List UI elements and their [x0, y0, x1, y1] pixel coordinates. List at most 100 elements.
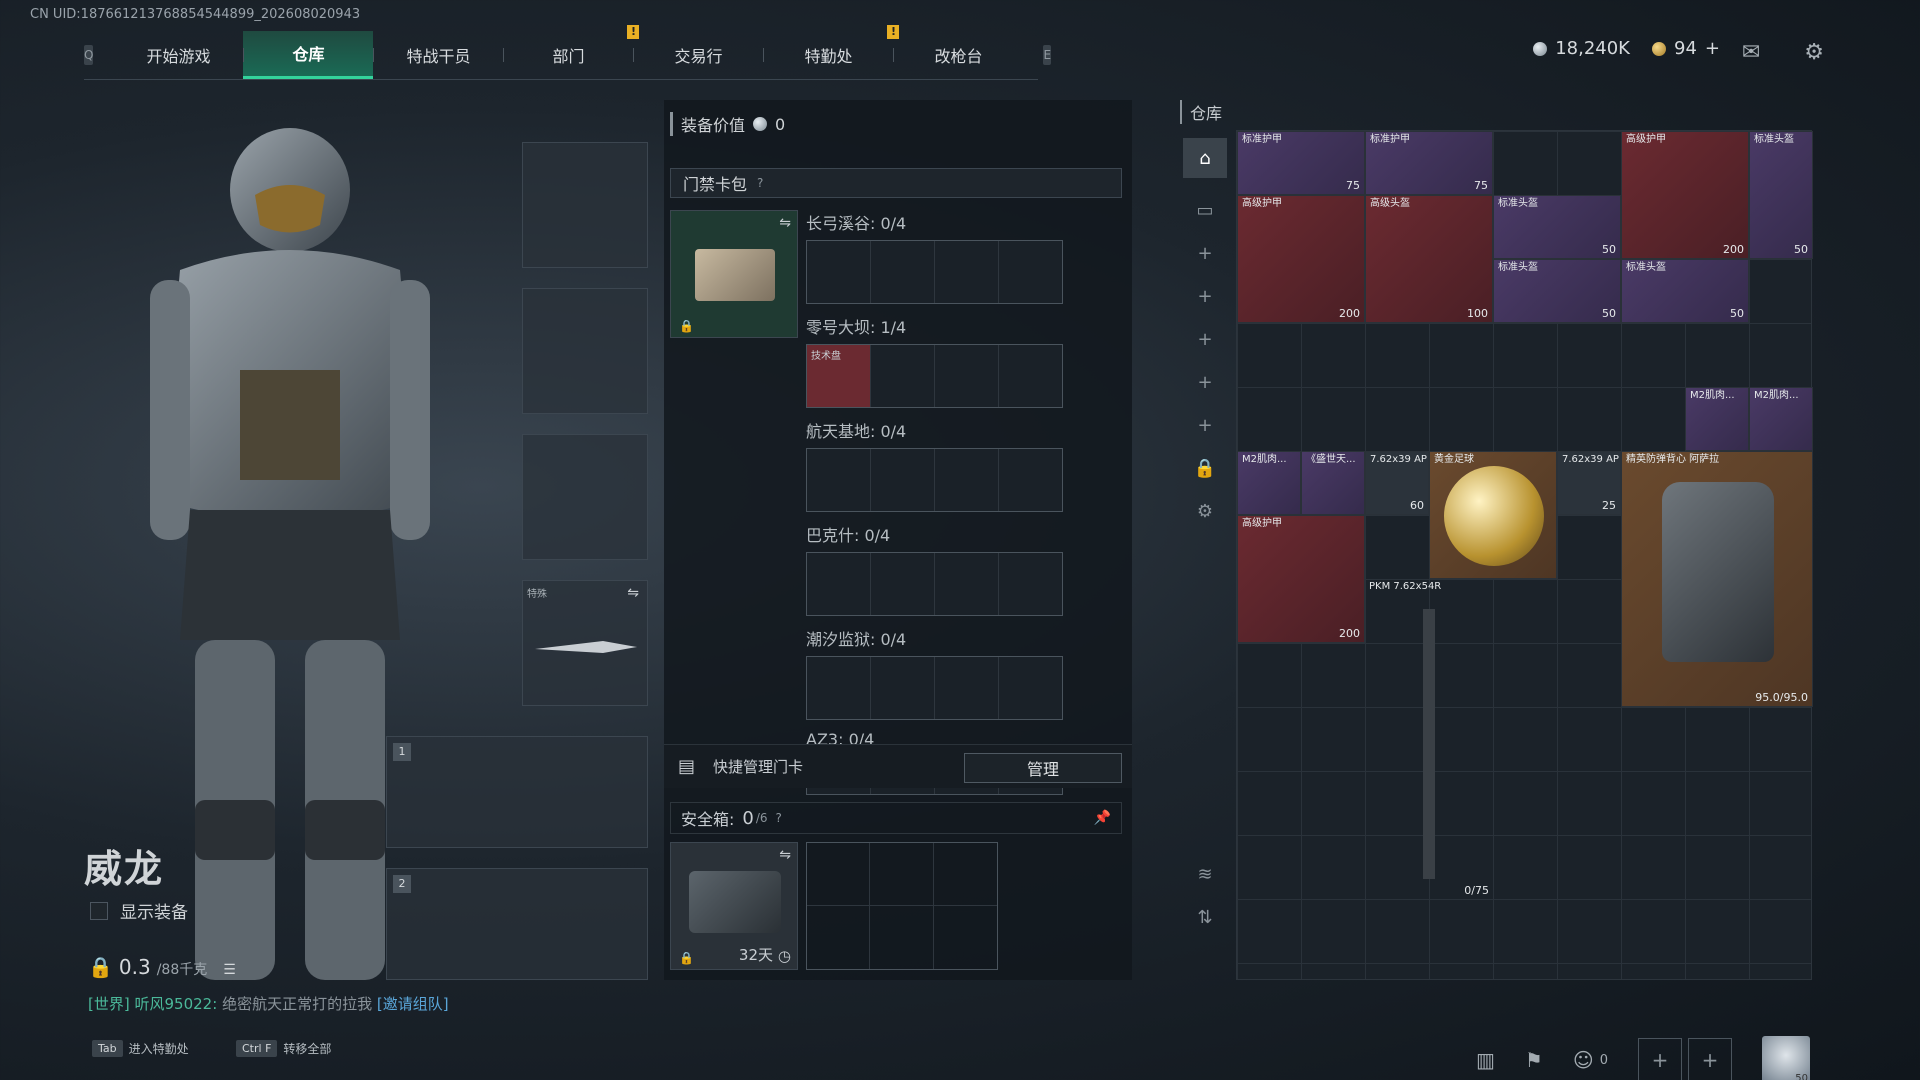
inventory-item[interactable]: 黄金足球	[1429, 451, 1557, 579]
keycard-case-icon	[695, 249, 775, 301]
friends-button[interactable]: ☺ 0	[1573, 1048, 1608, 1072]
warehouse-home-icon[interactable]: ⌂	[1183, 138, 1227, 178]
inventory-item[interactable]: 高级头盔 100	[1365, 195, 1493, 323]
add-tab-icon[interactable]: +	[1197, 372, 1212, 393]
inventory-item[interactable]: M2肌肉...	[1749, 387, 1813, 451]
tab-warehouse[interactable]: 仓库	[243, 30, 374, 79]
armor-slot[interactable]	[522, 288, 648, 414]
add-squad-slot[interactable]: +	[1688, 1038, 1732, 1080]
uid-text: CN UID:18766121376885454489​9_2026080209…	[30, 7, 361, 22]
keycard-item[interactable]: 技术盘	[807, 345, 871, 407]
lock-icon[interactable]: 🔒	[1194, 458, 1216, 479]
currency-bar: 18,240K 94 +	[1533, 38, 1720, 59]
mail-icon[interactable]: ✉	[1742, 40, 1760, 65]
pistol-slot[interactable]	[522, 434, 648, 560]
inventory-item[interactable]: 标准头盔 50	[1493, 259, 1621, 323]
prev-tab-key[interactable]: Q	[84, 44, 94, 65]
lock-icon: 🔒	[679, 951, 694, 965]
tab-operators[interactable]: 特战干员	[373, 31, 503, 79]
card-slots[interactable]	[806, 552, 1063, 616]
inventory-item[interactable]: 高级护甲 200	[1237, 195, 1365, 323]
help-icon[interactable]: ?	[757, 176, 763, 190]
safebox-label: 安全箱:	[681, 810, 735, 829]
tab-department[interactable]: 部门!	[503, 24, 640, 79]
layers-icon[interactable]: ≋	[1197, 864, 1212, 885]
swap-icon[interactable]: ⇋	[627, 585, 639, 601]
lock-icon: 🔒	[88, 955, 113, 979]
slot-number: 1	[393, 743, 411, 761]
keycard-case[interactable]: ⇋ 🔒	[670, 210, 798, 338]
swap-icon[interactable]: ⇋	[779, 215, 791, 231]
keycard-name: 技术盘	[811, 351, 841, 362]
add-tab-icon[interactable]: +	[1197, 286, 1212, 307]
gear-icon[interactable]: ⚙	[1197, 501, 1213, 522]
keycard-header: 门禁卡包 ?	[670, 168, 1122, 198]
add-squad-slot[interactable]: +	[1638, 1038, 1682, 1080]
silver-coin-icon	[1533, 41, 1548, 56]
inventory-item[interactable]: M2肌肉...	[1237, 451, 1301, 515]
swap-icon[interactable]: ⇋	[779, 847, 791, 863]
inventory-item[interactable]: 高级护甲 200	[1237, 515, 1365, 643]
inventory-item[interactable]: 精英防弹背心 阿萨拉 95.0/95.0	[1621, 451, 1813, 707]
help-icon[interactable]: ?	[776, 811, 782, 825]
tab-special-ops[interactable]: 特勤处!	[763, 24, 900, 79]
add-tab-icon[interactable]: +	[1197, 329, 1212, 350]
card-slots[interactable]: 技术盘	[806, 344, 1063, 408]
card-slots[interactable]	[806, 240, 1063, 304]
inventory-item[interactable]: 高级护甲 200	[1621, 131, 1749, 259]
gear-icon[interactable]: ⚙	[1804, 40, 1824, 65]
inventory-item[interactable]: 标准头盔 50	[1749, 131, 1813, 259]
helmet-slot[interactable]	[522, 142, 648, 268]
map-label: 潮汐监狱: 0/4	[806, 630, 907, 649]
add-tab-icon[interactable]: +	[1197, 415, 1212, 436]
inventory-item[interactable]: 标准头盔 50	[1621, 259, 1749, 323]
quick-manage-label: 快捷管理门卡	[713, 758, 804, 776]
safebox-icon	[689, 871, 781, 933]
list-icon[interactable]: ☰	[223, 962, 236, 978]
tab-start-game[interactable]: 开始游戏	[113, 31, 243, 79]
inventory-item[interactable]: M2肌肉...	[1685, 387, 1749, 451]
add-tab-icon[interactable]: +	[1197, 243, 1212, 264]
hint-special-ops[interactable]: Tab 进入特勤处	[92, 1040, 189, 1057]
inventory-item[interactable]: 7.62x39 AP 25	[1557, 451, 1621, 515]
knife-icon	[535, 641, 637, 653]
next-tab-key[interactable]: E	[1043, 44, 1052, 65]
inventory-item[interactable]: 标准护甲 75	[1237, 131, 1365, 195]
inventory-item[interactable]: 7.62x39 AP 60	[1365, 451, 1429, 515]
safebox-count: 0	[742, 807, 754, 829]
inventory-item[interactable]: 标准头盔 50	[1493, 195, 1621, 259]
tab-special-ops-label: 特勤处	[804, 46, 853, 66]
loadout-panel: 装备价值 0 门禁卡包 ? ⇋ 🔒 长弓溪谷: 0/4 零号大坝: 1/4 技术…	[664, 100, 1132, 980]
card-slots[interactable]	[806, 448, 1063, 512]
folder-icon[interactable]: ▭	[1196, 200, 1213, 221]
warehouse-grid[interactable]: 标准护甲 75 标准护甲 75 高级护甲 200 标准头盔 50 高级护甲 200 高级头…	[1236, 130, 1813, 980]
safebox-days: 32天	[738, 946, 773, 964]
tab-trade[interactable]: 交易行	[633, 31, 763, 79]
inventory-item[interactable]: 标准护甲 75	[1365, 131, 1493, 195]
avatar[interactable]: 50	[1762, 1036, 1810, 1080]
secondary-weapon-slot[interactable]: 2	[386, 868, 648, 980]
inventory-item[interactable]: 《盛世天...	[1301, 451, 1365, 515]
show-equipment-toggle[interactable]: 显示装备	[90, 898, 188, 923]
slot-number: 2	[393, 875, 411, 893]
melee-slot[interactable]: 特殊 ⇋	[522, 580, 648, 706]
rifle-icon	[1423, 609, 1435, 879]
card-slots[interactable]	[806, 656, 1063, 720]
chat-user[interactable]: 听风95022:	[135, 995, 218, 1013]
stats-icon[interactable]: ▥	[1476, 1048, 1495, 1072]
hint-transfer-all[interactable]: Ctrl F 转移全部	[236, 1040, 331, 1057]
sort-icon[interactable]: ⇅	[1197, 907, 1212, 928]
primary-weapon-slot[interactable]: 1	[386, 736, 648, 848]
inventory-item[interactable]: PKM 7.62x54R 0/75	[1365, 579, 1493, 899]
flag-icon[interactable]: ⚑	[1525, 1048, 1543, 1072]
checkbox[interactable]	[90, 901, 108, 920]
tab-gunsmith[interactable]: 改枪台	[893, 31, 1023, 79]
manage-button[interactable]: 管理	[964, 753, 1122, 783]
safebox-case[interactable]: ⇋ 🔒 ◷ 32天	[670, 842, 798, 970]
keycard-icon: ▤	[678, 756, 696, 777]
operator-name: 威龙	[84, 847, 165, 891]
safebox-grid[interactable]	[806, 842, 998, 970]
pin-icon[interactable]: 📌	[1094, 810, 1111, 826]
add-currency-button[interactable]: +	[1705, 38, 1720, 59]
invite-link[interactable]: [邀请组队]	[377, 995, 449, 1013]
